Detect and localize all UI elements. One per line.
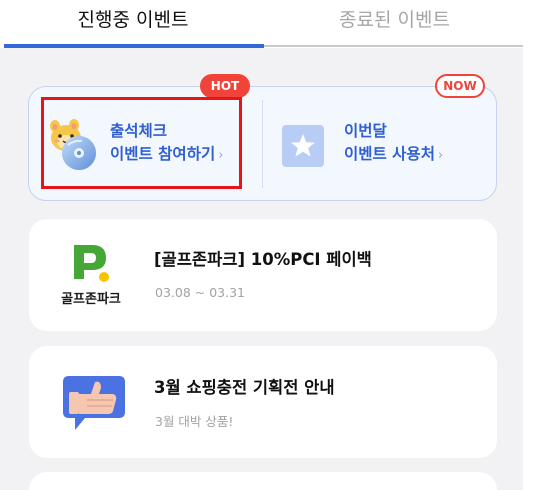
monthly-usage-link[interactable]: 이번달 이벤트 사용처 › [270, 100, 490, 186]
hot-badge: HOT [200, 74, 250, 98]
monthly-line1: 이번달 [344, 122, 387, 140]
thumbs-up-icon [63, 376, 125, 430]
right-edge [523, 0, 533, 490]
monthly-label: 이번달 이벤트 사용처 › [344, 120, 443, 167]
golfzon-park-logo-text: 골프존파크 [61, 292, 121, 307]
monthly-line2-wrap: 이벤트 사용처 › [344, 143, 443, 167]
golfzon-park-logo [74, 245, 109, 282]
star-icon-glyph [291, 134, 315, 157]
event-subtitle: 03.08 ~ 03.31 [155, 285, 245, 300]
event-subtitle: 3월 대박 상품! [155, 414, 234, 429]
star-icon [282, 125, 324, 167]
event-title: [골프존파크] 10%PCI 페이백 [154, 250, 372, 269]
tab-divider [264, 45, 523, 47]
monthly-line2: 이벤트 사용처 [344, 145, 435, 163]
quick-access-divider [262, 100, 263, 188]
event-card[interactable] [29, 472, 497, 490]
event-card[interactable]: 골프존파크 [골프존파크] 10%PCI 페이백 03.08 ~ 03.31 [29, 219, 497, 331]
event-title: 3월 쇼핑충전 기획전 안내 [154, 378, 335, 397]
tab-ended-events[interactable]: 종료된 이벤트 [266, 0, 523, 44]
now-badge: NOW [435, 74, 485, 98]
event-tabs: 진행중 이벤트 종료된 이벤트 [0, 0, 533, 48]
chevron-right-icon: › [437, 148, 444, 163]
highlight-box [41, 97, 242, 189]
event-card[interactable]: 3월 쇼핑충전 기획전 안내 3월 대박 상품! [29, 346, 497, 458]
tab-ongoing-events[interactable]: 진행중 이벤트 [0, 0, 266, 44]
